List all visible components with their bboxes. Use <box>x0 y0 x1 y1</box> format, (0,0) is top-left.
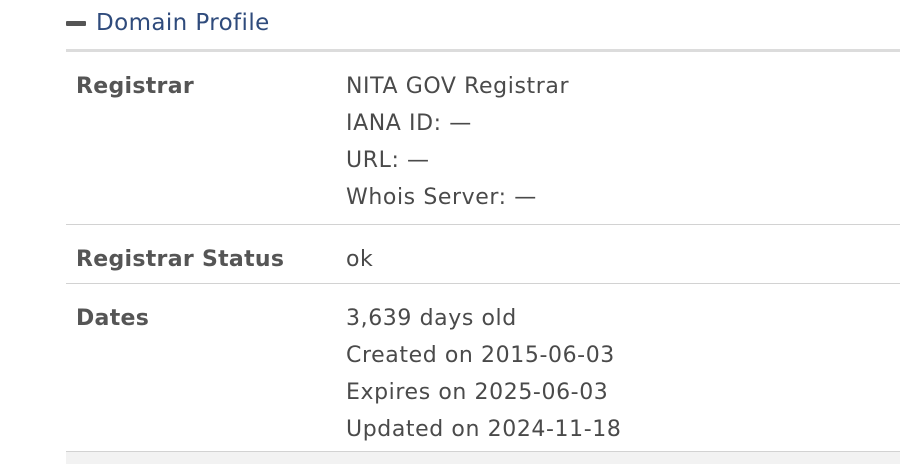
dates-label: Dates <box>76 306 150 331</box>
expires-date: Expires on 2025-06-03 <box>346 380 609 405</box>
next-row-strip <box>66 452 900 464</box>
registrar-status-values: ok <box>346 241 900 283</box>
registrar-row: Registrar NITA GOV Registrar IANA ID: — … <box>66 52 900 225</box>
minus-icon[interactable] <box>66 21 86 26</box>
registrar-status-label: Registrar Status <box>76 247 285 272</box>
created-date: Created on 2015-06-03 <box>346 343 615 368</box>
domain-profile-table: Registrar NITA GOV Registrar IANA ID: — … <box>66 49 900 464</box>
dates-values: 3,639 days old Created on 2015-06-03 Exp… <box>346 300 900 451</box>
registrar-name: NITA GOV Registrar <box>346 74 570 99</box>
registrar-whois-server: Whois Server: — <box>346 185 537 210</box>
dates-row: Dates 3,639 days old Created on 2015-06-… <box>66 284 900 452</box>
registrar-status-row: Registrar Status ok <box>66 225 900 284</box>
registrar-iana-id: IANA ID: — <box>346 111 472 136</box>
registrar-values: NITA GOV Registrar IANA ID: — URL: — Who… <box>346 68 900 224</box>
domain-profile-toggle[interactable]: Domain Profile <box>66 6 270 40</box>
domain-age: 3,639 days old <box>346 306 517 331</box>
section-title: Domain Profile <box>96 10 270 36</box>
updated-date: Updated on 2024-11-18 <box>346 417 622 442</box>
registrar-url: URL: — <box>346 148 430 173</box>
registrar-label: Registrar <box>76 74 195 99</box>
registrar-status-value: ok <box>346 247 374 272</box>
